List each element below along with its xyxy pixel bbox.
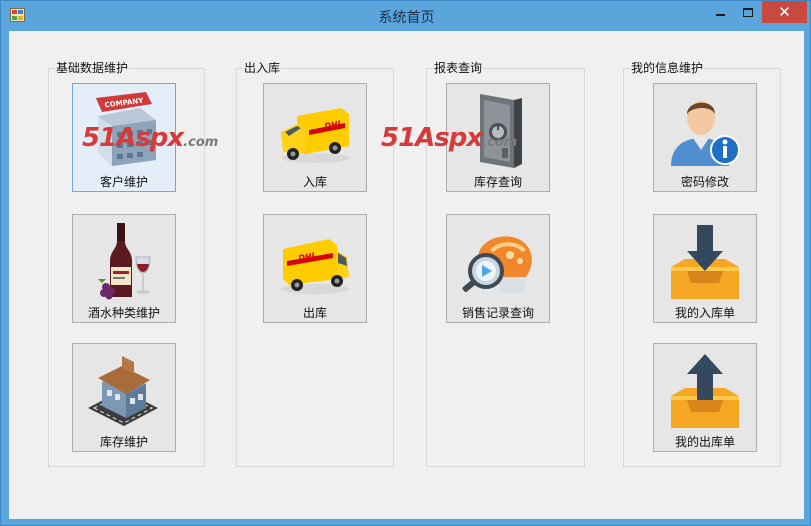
maximize-icon bbox=[743, 7, 753, 17]
group-caption: 我的信息维护 bbox=[630, 61, 705, 76]
tile-label: 库存查询 bbox=[473, 175, 522, 189]
tile-label: 入库 bbox=[302, 175, 327, 189]
wine-type-maintenance-button[interactable]: 酒水种类维护 bbox=[72, 214, 176, 323]
tile-label: 库存维护 bbox=[99, 435, 148, 449]
change-password-button[interactable]: 密码修改 bbox=[653, 83, 757, 192]
tile-label: 客户维护 bbox=[99, 175, 148, 189]
group-basic-data: 基础数据维护 COMPANY 客户维护 酒水种类维护 库存维护 bbox=[48, 61, 205, 467]
tile-label: 出库 bbox=[302, 306, 327, 320]
inbox-upload-icon bbox=[654, 350, 756, 434]
tile-label: 我的入库单 bbox=[674, 306, 735, 320]
my-stock-in-orders-button[interactable]: 我的入库单 bbox=[653, 214, 757, 323]
group-in-out-stock: 出入库 DHL 入库 DHL 出库 bbox=[236, 61, 394, 467]
minimize-button[interactable] bbox=[706, 1, 734, 23]
company-building-icon: COMPANY bbox=[73, 90, 175, 174]
maximize-button[interactable] bbox=[735, 1, 761, 23]
inventory-maintenance-button[interactable]: 库存维护 bbox=[72, 343, 176, 452]
window-title: 系统首页 bbox=[378, 10, 435, 26]
group-caption: 报表查询 bbox=[433, 61, 484, 76]
stock-out-button[interactable]: DHL 出库 bbox=[263, 214, 367, 323]
minimize-icon bbox=[715, 13, 725, 16]
search-report-icon bbox=[447, 221, 549, 305]
inbox-download-icon bbox=[654, 221, 756, 305]
user-info-icon bbox=[654, 90, 756, 174]
group-caption: 出入库 bbox=[243, 61, 282, 76]
tile-label: 密码修改 bbox=[680, 175, 729, 189]
delivery-van-icon: DHL bbox=[264, 90, 366, 174]
group-my-info: 我的信息维护 密码修改 我的入库单 我的出库单 bbox=[623, 61, 781, 467]
tile-label: 酒水种类维护 bbox=[87, 306, 160, 320]
stock-in-button[interactable]: DHL 入库 bbox=[263, 83, 367, 192]
title-bar[interactable]: 系统首页 ✕ bbox=[1, 1, 811, 31]
my-stock-out-orders-button[interactable]: 我的出库单 bbox=[653, 343, 757, 452]
sales-record-query-button[interactable]: 销售记录查询 bbox=[446, 214, 550, 323]
wine-bottle-icon bbox=[73, 221, 175, 305]
safe-icon bbox=[447, 90, 549, 174]
close-icon: ✕ bbox=[778, 3, 791, 21]
group-report-query: 报表查询 库存查询 销售记录查询 bbox=[426, 61, 585, 467]
tile-label: 我的出库单 bbox=[674, 435, 735, 449]
delivery-van-icon: DHL bbox=[264, 221, 366, 305]
close-button[interactable]: ✕ bbox=[762, 1, 807, 23]
inventory-query-button[interactable]: 库存查询 bbox=[446, 83, 550, 192]
customer-maintenance-button[interactable]: COMPANY 客户维护 bbox=[72, 83, 176, 192]
main-window: 系统首页 ✕ 基础数据维护 COMPANY 客户维护 酒水种类维护 库存维护 出… bbox=[0, 0, 811, 526]
warehouse-building-icon bbox=[73, 350, 175, 434]
tile-label: 销售记录查询 bbox=[461, 306, 534, 320]
group-caption: 基础数据维护 bbox=[55, 61, 130, 76]
client-area: 基础数据维护 COMPANY 客户维护 酒水种类维护 库存维护 出入库 DHL … bbox=[9, 31, 804, 519]
